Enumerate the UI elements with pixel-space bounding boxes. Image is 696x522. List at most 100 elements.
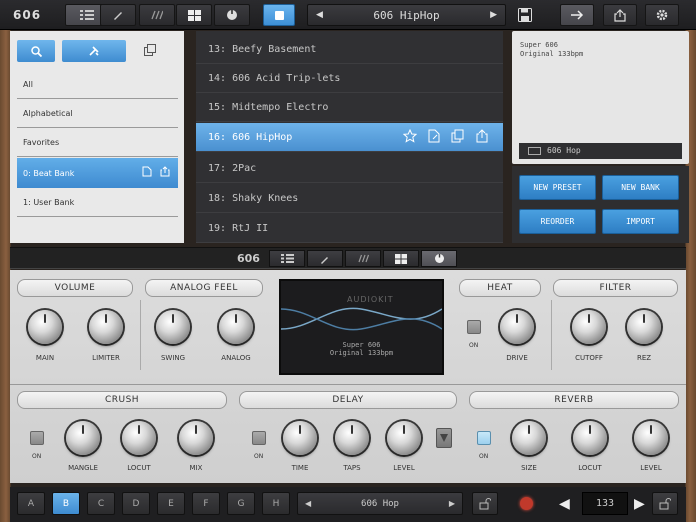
forward-button[interactable] [560, 4, 594, 26]
bottom-preset-selector[interactable]: ◀ 606 Hop ▶ [297, 492, 463, 515]
crush-mix-knob[interactable] [179, 421, 213, 455]
delay-on-switch[interactable] [252, 431, 266, 445]
new-preset-button[interactable]: NEW PRESET [519, 175, 596, 200]
pattern-pad-e[interactable]: E [157, 492, 185, 515]
copy-icon[interactable] [144, 44, 157, 57]
library-item-label: 1: User Bank [23, 198, 75, 207]
effects-tab-button[interactable] [214, 4, 250, 26]
preset-list-item[interactable]: 19: RtJ II [196, 214, 503, 243]
tempo-down-button[interactable]: ◀ [559, 496, 570, 512]
preset-selector[interactable]: ◀ 606 HipHop ▶ [307, 4, 506, 26]
pattern-pad-h[interactable]: H [262, 492, 290, 515]
next-preset-button[interactable]: ▶ [449, 499, 455, 508]
tools-button[interactable] [62, 40, 126, 62]
drive-knob[interactable] [500, 310, 534, 344]
rename-icon[interactable] [427, 129, 441, 143]
tab-edit[interactable] [307, 250, 343, 267]
heat-on-switch[interactable] [467, 320, 481, 334]
import-button[interactable]: IMPORT [602, 209, 679, 234]
share-button[interactable] [603, 4, 637, 26]
pattern-tab-button[interactable] [139, 4, 175, 26]
library-item-favorites[interactable]: Favorites [17, 129, 178, 157]
four-squares-icon [187, 9, 201, 21]
swing-knob[interactable] [156, 310, 190, 344]
knob-label: TAPS [343, 464, 361, 472]
new-bank-button[interactable]: NEW BANK [602, 175, 679, 200]
knob-label: DRIVE [506, 354, 528, 362]
pattern-pad-a[interactable]: A [17, 492, 45, 515]
library-item-user-bank[interactable]: 1: User Bank [17, 189, 178, 217]
preset-list-item[interactable]: 13: Beefy Basement [196, 35, 503, 64]
edit-tab-button[interactable] [100, 4, 136, 26]
reverb-level-knob[interactable] [634, 421, 668, 455]
tempo-up-button[interactable]: ▶ [634, 496, 645, 512]
library-item-beat-bank[interactable]: 0: Beat Bank [17, 158, 178, 188]
next-preset-button[interactable]: ▶ [490, 10, 497, 20]
lock-preset-button[interactable] [472, 492, 498, 515]
mangle-knob[interactable] [66, 421, 100, 455]
analog-knob[interactable] [219, 310, 253, 344]
lock-tempo-button[interactable] [652, 492, 678, 515]
gear-icon [656, 9, 668, 21]
preset-info-panel: Super 606 Original 133bpm 606 Hop [512, 31, 689, 164]
share-preset-icon[interactable] [475, 129, 489, 143]
pattern-pad-d[interactable]: D [122, 492, 150, 515]
delay-taps-knob[interactable] [335, 421, 369, 455]
tab-sequencer[interactable] [269, 250, 305, 267]
cutoff-knob[interactable] [572, 310, 606, 344]
knob-label: MIX [189, 464, 203, 472]
tab-pads[interactable] [383, 250, 419, 267]
limiter-knob[interactable] [89, 310, 123, 344]
reverb-on-switch[interactable] [477, 431, 491, 445]
on-label: ON [254, 453, 264, 460]
preset-list-item[interactable]: 14: 606 Acid Trip-lets [196, 64, 503, 93]
tempo-display[interactable]: 133 [582, 492, 628, 515]
library-item-all[interactable]: All [17, 71, 178, 99]
pattern-icon [357, 254, 369, 263]
display-text: Super 606 Original 133bpm [281, 341, 442, 357]
save-button[interactable] [518, 7, 532, 22]
preset-list-item[interactable]: 15: Midtempo Electro [196, 93, 503, 122]
library-item-alphabetical[interactable]: Alphabetical [17, 100, 178, 128]
preset-list-item-selected[interactable]: 16: 606 HipHop [196, 123, 503, 152]
resonance-knob[interactable] [627, 310, 661, 344]
reverb-locut-knob[interactable] [573, 421, 607, 455]
preset-info-bar-label: 606 Hop [547, 146, 581, 155]
bottom-bar: A B C D E F G H ◀ 606 Hop ▶ ◀ 133 ▶ [10, 487, 686, 522]
delay-sync-button[interactable] [436, 428, 452, 448]
preset-list-item[interactable]: 18: Shaky Knees [196, 184, 503, 213]
pattern-pad-c[interactable]: C [87, 492, 115, 515]
tab-pattern[interactable] [345, 250, 381, 267]
knob-label: LIMITER [92, 354, 120, 362]
reorder-button[interactable]: REORDER [519, 209, 596, 234]
settings-button[interactable] [645, 4, 679, 26]
unlock-icon [659, 498, 672, 510]
star-icon[interactable] [403, 129, 417, 143]
preset-info-line1: Super 606 [520, 41, 558, 49]
preset-list-item[interactable]: 17: 2Pac [196, 154, 503, 183]
delay-time-knob[interactable] [283, 421, 317, 455]
pattern-pad-b[interactable]: B [52, 492, 80, 515]
pads-tab-button[interactable] [176, 4, 212, 26]
grid-icon [528, 147, 541, 155]
crush-locut-knob[interactable] [122, 421, 156, 455]
search-button[interactable] [17, 40, 55, 62]
stop-button[interactable] [263, 4, 295, 26]
library-panel: All Alphabetical Favorites 0: Beat Bank … [10, 31, 184, 243]
preset-label: 18: Shaky Knees [208, 192, 299, 204]
pattern-pad-g[interactable]: G [227, 492, 255, 515]
pattern-pad-f[interactable]: F [192, 492, 220, 515]
crush-on-switch[interactable] [30, 431, 44, 445]
main-volume-knob[interactable] [28, 310, 62, 344]
share-bank-icon[interactable] [160, 166, 170, 177]
knob-label: LOCUT [578, 464, 602, 472]
record-button[interactable] [520, 497, 533, 510]
tab-effects[interactable] [421, 250, 457, 267]
duplicate-icon[interactable] [451, 129, 465, 143]
knob-label: LOCUT [127, 464, 151, 472]
edit-bank-icon[interactable] [142, 166, 152, 177]
knob-label: LEVEL [640, 464, 662, 472]
delay-level-knob[interactable] [387, 421, 421, 455]
effects-panel: VOLUME ANALOG FEEL HEAT FILTER MAIN LIMI… [10, 270, 686, 483]
reverb-size-knob[interactable] [512, 421, 546, 455]
